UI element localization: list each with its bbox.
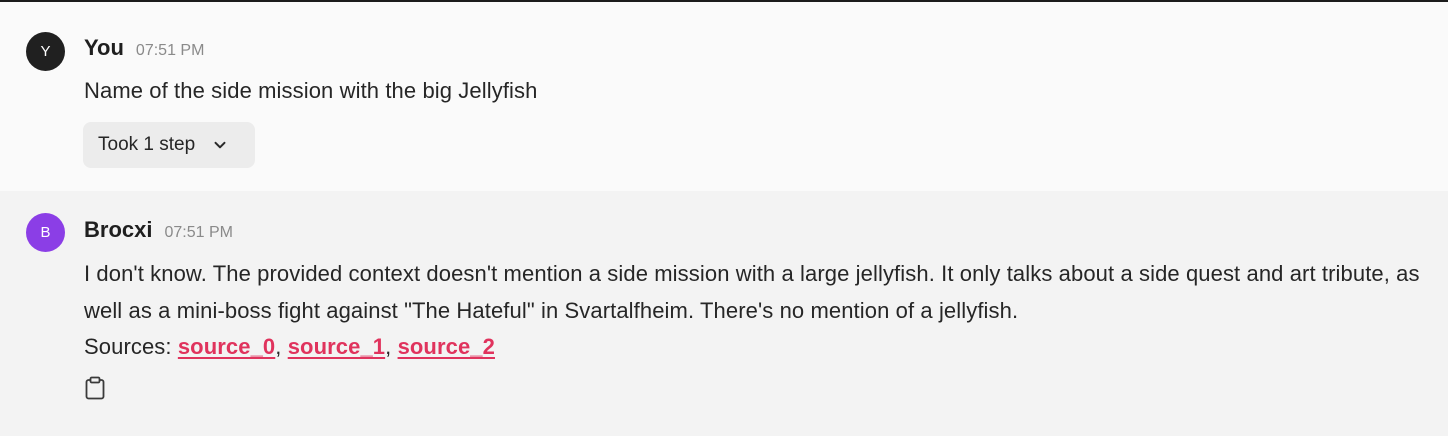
source-link-1[interactable]: source_1 [288, 334, 385, 359]
message-text: I don't know. The provided context doesn… [84, 261, 1420, 323]
user-message: Y You 07:51 PM Name of the side mission … [0, 2, 1448, 191]
steps-label: Took 1 step [98, 134, 196, 155]
avatar: Y [26, 32, 65, 71]
avatar: B [26, 213, 65, 252]
message-text: Name of the side mission with the big Je… [84, 78, 538, 103]
sources-separator: , [385, 334, 398, 359]
author-name: Brocxi [84, 217, 153, 242]
source-link-2[interactable]: source_2 [398, 334, 495, 359]
timestamp: 07:51 PM [135, 42, 205, 59]
clipboard-icon [84, 376, 106, 404]
author-name: You [84, 35, 124, 60]
message-header: You 07:51 PM [84, 35, 204, 61]
assistant-message: B Brocxi 07:51 PM I don't know. The prov… [0, 191, 1448, 436]
steps-toggle-button[interactable]: Took 1 step [83, 122, 255, 168]
chevron-down-icon [213, 138, 227, 152]
timestamp: 07:51 PM [164, 224, 233, 241]
copy-button[interactable] [84, 376, 106, 400]
message-body: I don't know. The provided context doesn… [84, 256, 1424, 366]
sources-label: Sources: [84, 334, 178, 359]
sources-separator: , [275, 334, 288, 359]
message-header: Brocxi 07:51 PM [84, 217, 233, 243]
source-link-0[interactable]: source_0 [178, 334, 275, 359]
